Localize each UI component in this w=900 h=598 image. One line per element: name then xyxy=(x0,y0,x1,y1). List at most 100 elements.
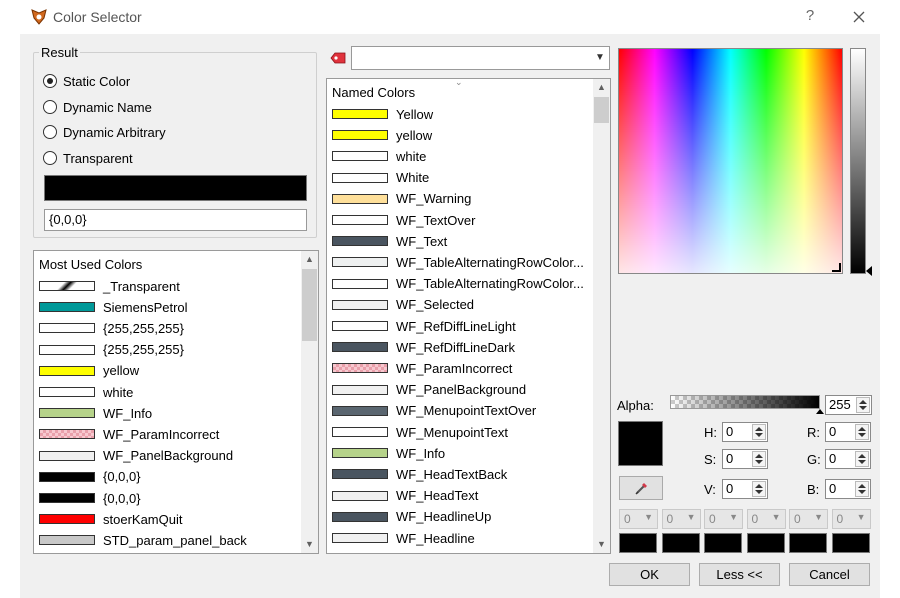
history-combo[interactable]: 0 ▼ xyxy=(661,509,701,529)
hue-spinbox[interactable]: 0 xyxy=(722,422,768,442)
list-item[interactable]: {0,0,0} xyxy=(39,467,141,487)
list-item[interactable]: yellow xyxy=(332,125,432,145)
list-item[interactable]: WF_PanelBackground xyxy=(332,380,526,400)
list-item[interactable]: WF_PanelBackground xyxy=(39,446,233,466)
list-item[interactable]: STD_param_panel_back xyxy=(39,530,247,550)
spin-arrows-icon[interactable] xyxy=(752,481,766,497)
alpha-slider[interactable] xyxy=(670,395,820,409)
history-combo[interactable]: 0 ▼ xyxy=(746,509,786,529)
list-item[interactable]: WF_Info xyxy=(39,403,152,423)
list-item[interactable]: WF_RefDiffLineLight xyxy=(332,316,516,336)
scroll-thumb[interactable] xyxy=(302,269,317,341)
list-item[interactable]: {255,255,255} xyxy=(39,318,184,338)
radio-dynamic-arbitrary[interactable]: Dynamic Arbitrary xyxy=(43,123,166,141)
spin-arrows-icon[interactable] xyxy=(752,451,766,467)
list-item[interactable]: SiemensPetrol xyxy=(39,297,188,317)
list-item[interactable]: WF_TableAlternatingRowColor... xyxy=(332,274,584,294)
list-item[interactable]: Yellow xyxy=(332,104,433,124)
history-color-swatch[interactable] xyxy=(789,533,827,553)
list-item[interactable]: WF_RefDiffLineDark xyxy=(332,337,515,357)
list-item[interactable]: WF_ParamIncorrect xyxy=(39,424,219,444)
spin-arrows-icon[interactable] xyxy=(855,424,869,440)
list-item[interactable]: WF_MenupointText xyxy=(332,422,508,442)
radio-button[interactable] xyxy=(43,74,57,88)
history-color-swatch[interactable] xyxy=(746,533,785,553)
list-item[interactable]: WF_Text xyxy=(332,231,447,251)
radio-button[interactable] xyxy=(43,125,57,139)
color-swatch xyxy=(332,278,388,289)
chevron-down-icon[interactable]: ▼ xyxy=(772,512,781,522)
list-item[interactable]: _Transparent xyxy=(39,276,180,296)
scroll-up-icon[interactable]: ▲ xyxy=(301,251,318,268)
chevron-down-icon[interactable]: ▼ xyxy=(814,512,823,522)
radio-button[interactable] xyxy=(43,100,57,114)
list-item[interactable]: WF_TableAlternatingRowColor... xyxy=(332,252,584,272)
list-item[interactable]: white xyxy=(332,146,426,166)
radio-button[interactable] xyxy=(43,151,57,165)
eyedropper-button[interactable] xyxy=(619,476,663,500)
chevron-down-icon[interactable]: ▼ xyxy=(729,512,738,522)
radio-dynamic-name[interactable]: Dynamic Name xyxy=(43,98,152,116)
history-color-swatch[interactable] xyxy=(831,533,870,553)
close-icon[interactable] xyxy=(848,6,870,28)
alpha-slider-marker[interactable] xyxy=(816,409,824,414)
green-spinbox[interactable]: 0 xyxy=(825,449,871,469)
list-item[interactable]: WF_HeadTextBack xyxy=(332,464,507,484)
radio-transparent[interactable]: Transparent xyxy=(43,149,133,167)
brightness-slider[interactable] xyxy=(850,48,866,274)
list-item[interactable]: WF_Info xyxy=(332,443,445,463)
list-item[interactable]: WF_ParamIncorrect xyxy=(332,358,512,378)
list-item[interactable]: yellow xyxy=(39,361,139,381)
alpha-spinbox[interactable]: 255 xyxy=(825,395,872,415)
list-item[interactable]: WF_Selected xyxy=(332,295,474,315)
spin-arrows-icon[interactable] xyxy=(855,481,869,497)
ok-button[interactable]: OK xyxy=(609,563,690,586)
cancel-button[interactable]: Cancel xyxy=(789,563,870,586)
history-combo[interactable]: 0 ▼ xyxy=(619,509,658,529)
most-used-colors-list[interactable]: Most Used Colors _Transparent SiemensPetr… xyxy=(33,250,319,554)
scroll-up-icon[interactable]: ▲ xyxy=(593,79,610,96)
named-colors-list[interactable]: Named Colors ⌄ Yellow yellow white White WF_… xyxy=(326,78,611,554)
named-color-combo[interactable]: ▼ xyxy=(351,46,610,70)
chevron-down-icon[interactable]: ▼ xyxy=(857,512,866,522)
result-value-field[interactable]: {0,0,0} xyxy=(44,209,307,231)
spin-arrows-icon[interactable] xyxy=(855,451,869,467)
history-color-swatch[interactable] xyxy=(619,533,657,553)
spin-arrows-icon[interactable] xyxy=(856,397,870,413)
chevron-down-icon[interactable]: ▼ xyxy=(644,512,653,522)
radio-static-color[interactable]: Static Color xyxy=(43,72,130,90)
history-color-swatch[interactable] xyxy=(661,533,700,553)
color-swatch xyxy=(39,493,95,503)
scroll-thumb[interactable] xyxy=(594,97,609,123)
spin-arrows-icon[interactable] xyxy=(752,424,766,440)
less-button[interactable]: Less << xyxy=(699,563,780,586)
history-combo[interactable]: 0 ▼ xyxy=(704,509,743,529)
scroll-down-icon[interactable]: ▼ xyxy=(593,536,610,553)
list-item[interactable]: WF_HeadlineUp xyxy=(332,507,491,527)
list-item[interactable]: stoerKamQuit xyxy=(39,509,182,529)
value-spinbox[interactable]: 0 xyxy=(722,479,768,499)
brightness-slider-marker[interactable] xyxy=(866,266,872,276)
scroll-down-icon[interactable]: ▼ xyxy=(301,536,318,553)
history-combo[interactable]: 0 ▼ xyxy=(789,509,828,529)
history-combo[interactable]: 0 ▼ xyxy=(831,509,871,529)
list-item[interactable]: {255,255,255} xyxy=(39,340,184,360)
saturation-spinbox[interactable]: 0 xyxy=(722,449,768,469)
list-item[interactable]: {0,0,0} xyxy=(39,488,141,508)
blue-spinbox[interactable]: 0 xyxy=(825,479,871,499)
history-color-swatch[interactable] xyxy=(704,533,742,553)
red-spinbox[interactable]: 0 xyxy=(825,422,871,442)
chevron-down-icon[interactable]: ▼ xyxy=(591,47,609,69)
color-spectrum-picker[interactable] xyxy=(618,48,843,274)
list-item[interactable]: WF_TextOver xyxy=(332,210,475,230)
list-item[interactable]: WF_Warning xyxy=(332,189,471,209)
named-colors-scrollbar[interactable]: ▲ ▼ xyxy=(593,79,610,553)
most-used-scrollbar[interactable]: ▲ ▼ xyxy=(301,251,318,553)
list-item[interactable]: WF_HeadText xyxy=(332,486,478,506)
list-item[interactable]: WF_MenupointTextOver xyxy=(332,401,536,421)
list-item[interactable]: white xyxy=(39,382,133,402)
help-button[interactable]: ? xyxy=(800,6,820,26)
list-item[interactable]: White xyxy=(332,168,429,188)
list-item[interactable]: WF_Headline xyxy=(332,528,475,548)
chevron-down-icon[interactable]: ▼ xyxy=(687,512,696,522)
